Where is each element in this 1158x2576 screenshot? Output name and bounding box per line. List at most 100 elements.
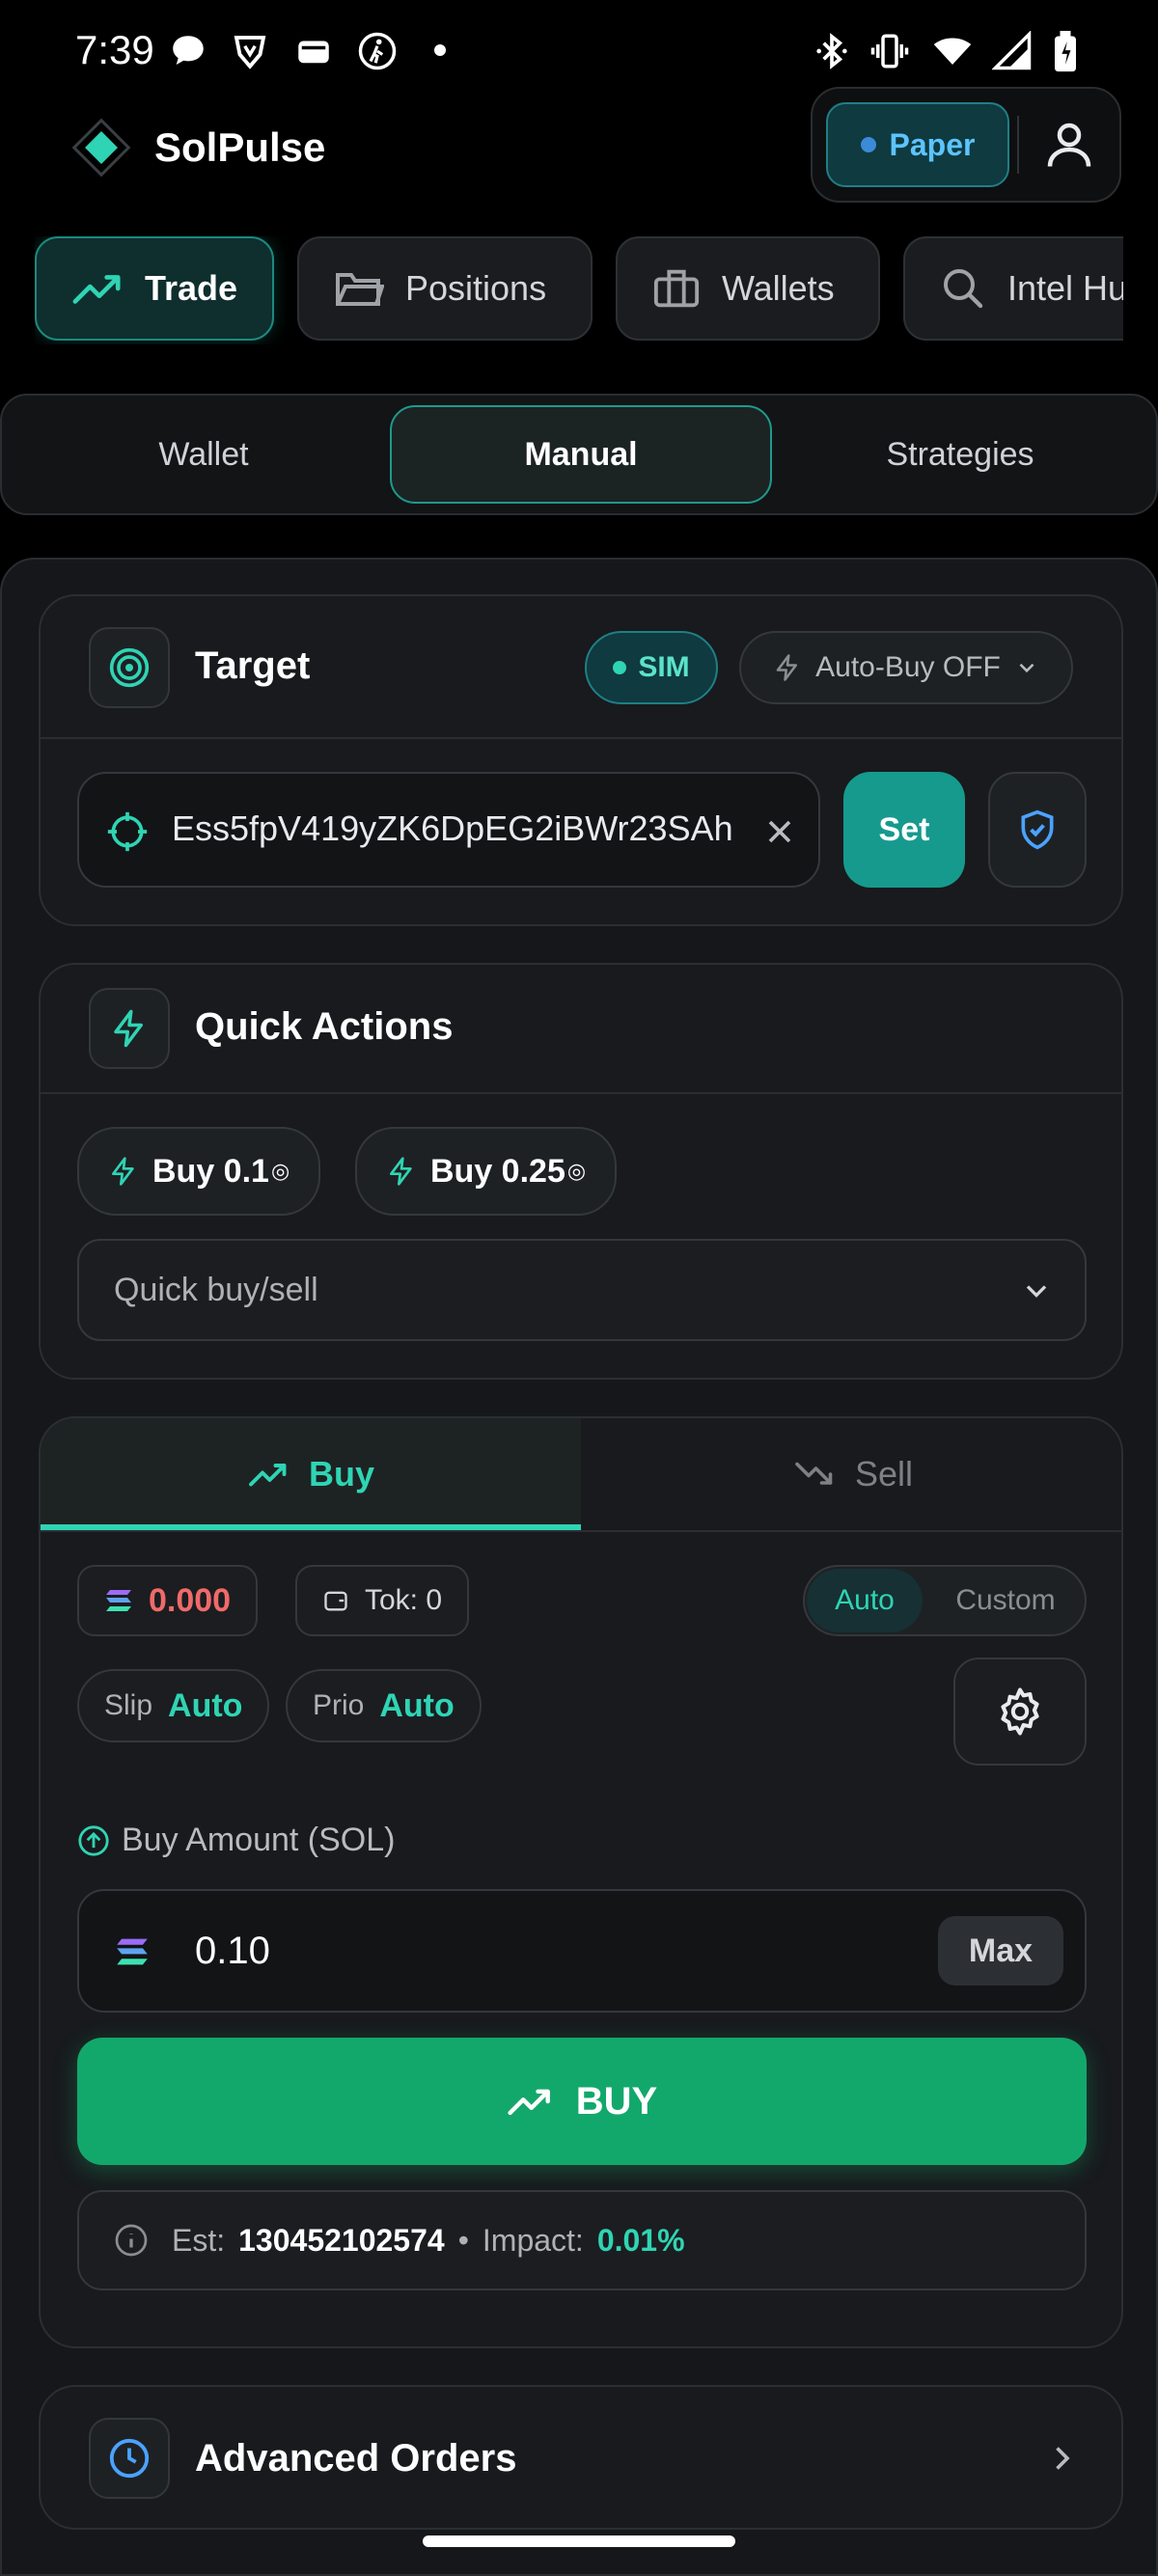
- tab-buy-label: Buy: [308, 1454, 374, 1494]
- manual-trade-panel: Target SIM Auto-Buy OFF Ess5fpV419yZK6Dp…: [0, 558, 1158, 2576]
- chat-icon: [168, 31, 208, 71]
- header-divider: [1017, 116, 1019, 174]
- paper-mode-dot: [860, 137, 876, 152]
- solana-icon: [104, 1587, 133, 1614]
- folder-icon: [334, 267, 384, 310]
- buy-amount-input[interactable]: 0.10 Max: [77, 1889, 1087, 2013]
- sol-unit-glyph: ◎: [270, 1159, 290, 1183]
- tab-positions[interactable]: Positions: [297, 236, 593, 341]
- token-balance-chip: Tok: 0: [295, 1565, 470, 1636]
- trade-card: Buy Sell 0.000 Tok: 0 Auto Custom Slip A…: [39, 1416, 1123, 2348]
- priority-fee-chip[interactable]: Prio Auto: [286, 1669, 482, 1742]
- mode-segmented-control: Wallet Manual Strategies: [0, 394, 1158, 515]
- advanced-orders-title: Advanced Orders: [195, 2437, 517, 2480]
- arrow-up-circle-icon: [77, 1824, 110, 1857]
- vibrate-icon: [868, 31, 911, 71]
- search-icon: [940, 265, 986, 312]
- target-address-field[interactable]: Ess5fpV419yZK6DpEG2iBWr23SAh(: [77, 772, 820, 888]
- lightning-icon: [108, 1155, 139, 1188]
- buy-0-25-button[interactable]: Buy 0.25 ◎: [355, 1127, 618, 1216]
- buy-button-label: BUY: [575, 2079, 658, 2123]
- paper-mode-label: Paper: [889, 126, 976, 162]
- main-nav-tabs: Trade Positions Wallets Intel Hu: [35, 236, 1123, 344]
- quick-buy-sell-placeholder: Quick buy/sell: [114, 1272, 318, 1308]
- mode-custom-option[interactable]: Custom: [928, 1569, 1083, 1632]
- app-header: SolPulse Paper: [0, 87, 1158, 203]
- buy-button[interactable]: BUY: [77, 2038, 1087, 2165]
- sim-dot: [613, 661, 627, 674]
- chevron-down-icon: [1014, 655, 1039, 680]
- tab-buy[interactable]: Buy: [41, 1418, 581, 1530]
- auto-buy-label: Auto-Buy OFF: [815, 651, 1001, 683]
- segment-strategies[interactable]: Strategies: [772, 405, 1148, 504]
- quick-buy-sell-select[interactable]: Quick buy/sell: [77, 1239, 1087, 1341]
- slippage-chip[interactable]: Slip Auto: [77, 1669, 270, 1742]
- crosshair-icon: [106, 810, 149, 853]
- trending-up-icon: [507, 2085, 553, 2118]
- quick-actions-card: Quick Actions Buy 0.1 ◎ Buy 0.25 ◎ Quick…: [39, 963, 1123, 1380]
- lightning-icon: [773, 652, 802, 683]
- notification-dot: [434, 44, 446, 56]
- impact-label: Impact:: [482, 2222, 584, 2258]
- tab-sell-label: Sell: [854, 1454, 914, 1494]
- quick-actions-divider: [41, 1092, 1121, 1094]
- brand: SolPulse: [69, 116, 325, 179]
- home-indicator[interactable]: [423, 2535, 735, 2547]
- buy-amount-label-row: Buy Amount (SOL): [77, 1822, 395, 1859]
- target-icon: [89, 627, 170, 708]
- set-target-button[interactable]: Set: [843, 772, 965, 888]
- tab-intel-hub[interactable]: Intel Hu: [903, 236, 1123, 341]
- tab-wallets-label: Wallets: [722, 268, 835, 308]
- chevron-right-icon: [1044, 2441, 1079, 2476]
- trade-settings-button[interactable]: [953, 1658, 1087, 1766]
- impact-value: 0.01%: [596, 2222, 685, 2258]
- buy-0-1-label: Buy 0.1: [152, 1152, 269, 1190]
- wifi-icon: [930, 31, 975, 71]
- buy-amount-label: Buy Amount (SOL): [122, 1822, 396, 1858]
- briefcase-icon: [652, 267, 701, 310]
- buy-0-1-button[interactable]: Buy 0.1 ◎: [77, 1127, 321, 1216]
- trade-tabs-divider: [41, 1530, 1121, 1532]
- paper-mode-button[interactable]: Paper: [826, 102, 1009, 187]
- tab-intel-hub-label: Intel Hu: [1007, 268, 1123, 308]
- estimate-separator: •: [457, 2222, 469, 2258]
- segment-wallet[interactable]: Wallet: [15, 405, 392, 504]
- tab-wallets[interactable]: Wallets: [616, 236, 880, 341]
- amount-mode-toggle: Auto Custom: [803, 1565, 1087, 1636]
- header-actions: Paper: [811, 87, 1121, 203]
- chevron-down-icon: [1019, 1274, 1054, 1308]
- tab-sell[interactable]: Sell: [581, 1418, 1121, 1530]
- target-address-value: Ess5fpV419yZK6DpEG2iBWr23SAh(: [172, 808, 731, 848]
- priority-label: Prio: [313, 1689, 365, 1721]
- target-title: Target: [195, 644, 311, 687]
- slippage-value: Auto: [168, 1686, 243, 1724]
- advanced-orders-card[interactable]: Advanced Orders: [39, 2385, 1123, 2530]
- sol-balance-value: 0.000: [149, 1581, 232, 1619]
- sim-label: SIM: [638, 651, 690, 683]
- wallet-icon: [322, 1587, 349, 1614]
- sol-balance-chip: 0.000: [77, 1565, 259, 1636]
- app-name: SolPulse: [154, 124, 326, 170]
- segment-manual[interactable]: Manual: [390, 405, 772, 504]
- sim-badge: SIM: [585, 631, 718, 704]
- mode-auto-option[interactable]: Auto: [807, 1569, 923, 1632]
- accessibility-icon: [357, 31, 398, 71]
- quick-actions-icon: [89, 988, 170, 1069]
- user-icon[interactable]: [1040, 116, 1098, 174]
- wallet-status-icon: [293, 31, 334, 71]
- sol-unit-glyph: ◎: [566, 1159, 587, 1183]
- trending-up-icon: [71, 269, 124, 308]
- clock-icon: [89, 2418, 170, 2499]
- tab-trade[interactable]: Trade: [35, 236, 274, 341]
- battery-icon: [1052, 31, 1079, 73]
- shield-check-button[interactable]: [988, 772, 1087, 888]
- gear-icon: [994, 1685, 1046, 1738]
- shield-check-icon: [1016, 807, 1059, 853]
- buy-0-25-label: Buy 0.25: [430, 1152, 565, 1190]
- buy-amount-value: 0.10: [195, 1930, 270, 1972]
- target-divider: [41, 737, 1121, 739]
- auto-buy-dropdown[interactable]: Auto-Buy OFF: [739, 631, 1073, 704]
- max-button[interactable]: Max: [938, 1916, 1063, 1986]
- clear-icon[interactable]: [760, 812, 799, 851]
- slippage-label: Slip: [104, 1689, 153, 1721]
